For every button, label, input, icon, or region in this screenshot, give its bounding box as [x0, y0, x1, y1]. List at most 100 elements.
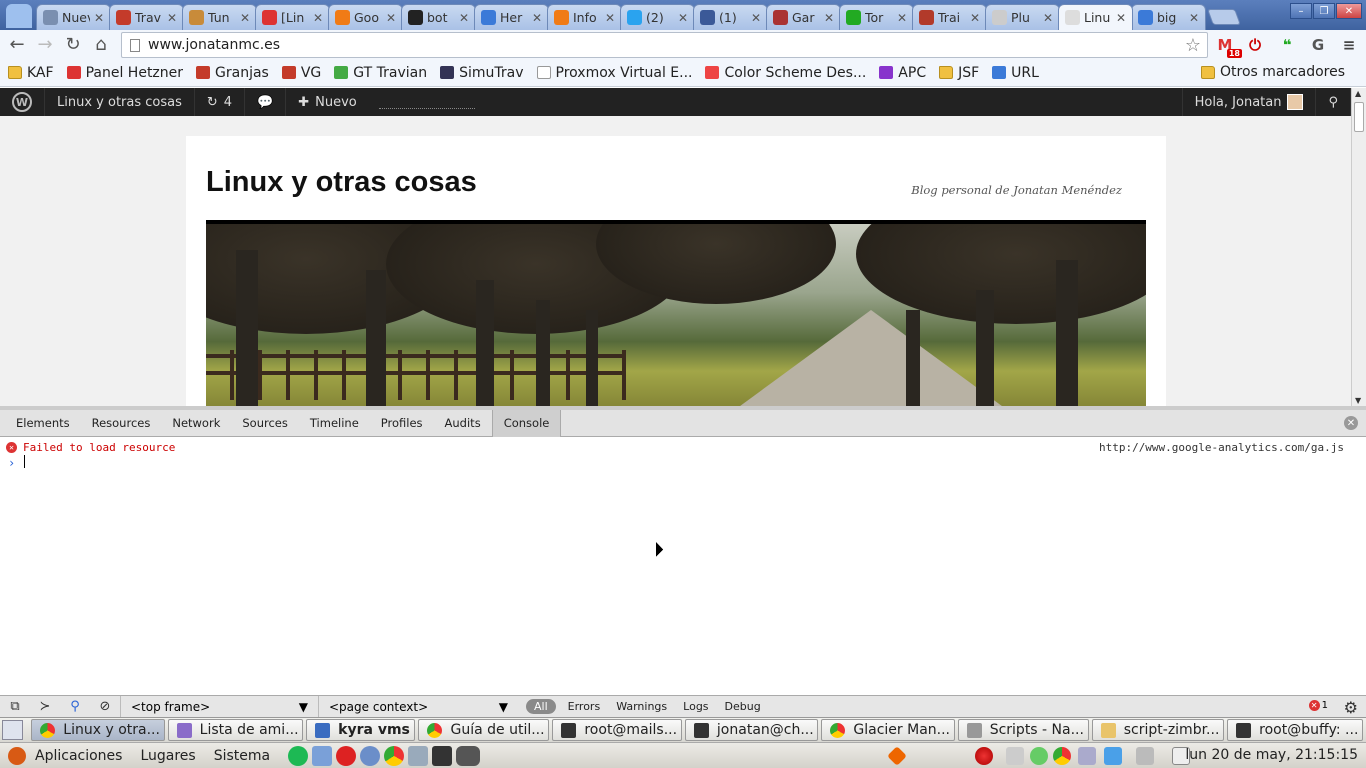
- taskbar-window-button[interactable]: kyra vms: [306, 719, 416, 741]
- devtools-tab-timeline[interactable]: Timeline: [299, 410, 370, 437]
- browser-tab[interactable]: Info ✕: [547, 4, 622, 30]
- wp-new-button[interactable]: ✚ Nuevo: [286, 88, 369, 116]
- console-drawer-icon[interactable]: ≻: [30, 696, 60, 718]
- browser-tab[interactable]: Nueva ✕: [36, 4, 111, 30]
- context-select[interactable]: <page context> ▼: [318, 695, 518, 718]
- scroll-down-icon[interactable]: ▼: [1355, 396, 1361, 405]
- menu-applications[interactable]: Aplicaciones: [35, 748, 122, 764]
- network-launcher-icon[interactable]: [408, 745, 429, 766]
- browser-tab[interactable]: Tun ✕: [182, 4, 257, 30]
- close-tab-icon[interactable]: ✕: [94, 11, 104, 25]
- browser-tab[interactable]: Tor ✕: [839, 4, 914, 30]
- other-bookmarks[interactable]: Otros marcadores: [1200, 64, 1345, 80]
- taskbar-window-button[interactable]: Glacier Man...: [821, 719, 955, 741]
- clear-console-icon[interactable]: ⊘: [90, 696, 120, 718]
- close-tab-icon[interactable]: ✕: [1116, 11, 1126, 25]
- gmail-extension-icon[interactable]: M 18: [1214, 34, 1242, 58]
- close-tab-icon[interactable]: ✕: [1043, 11, 1053, 25]
- bookmark-item[interactable]: GT Travian: [334, 65, 427, 81]
- clock[interactable]: lun 20 de may, 21:15:15: [1185, 747, 1358, 763]
- browser-tab[interactable]: (1) ✕: [693, 4, 768, 30]
- profile-tab-icon[interactable]: [6, 4, 32, 28]
- level-filter-errors[interactable]: Errors: [560, 700, 609, 713]
- taskbar-window-button[interactable]: Guía de util...: [418, 719, 550, 741]
- url-text[interactable]: www.jonatanmc.es: [148, 37, 1185, 53]
- close-tab-icon[interactable]: ✕: [605, 11, 615, 25]
- close-window-button[interactable]: ✕: [1336, 3, 1362, 19]
- close-tab-icon[interactable]: ✕: [678, 11, 688, 25]
- close-tab-icon[interactable]: ✕: [751, 11, 761, 25]
- taskbar-window-button[interactable]: Lista de ami...: [167, 719, 304, 741]
- browser-tab[interactable]: bot ✕: [401, 4, 476, 30]
- tray-burst-icon[interactable]: [975, 747, 993, 765]
- taskbar-window-button[interactable]: jonatan@ch...: [684, 719, 819, 741]
- bookmark-item[interactable]: Color Scheme Des...: [705, 65, 866, 81]
- console-panel[interactable]: ✕ Failed to load resource http://www.goo…: [0, 437, 1366, 695]
- devtools-tab-resources[interactable]: Resources: [81, 410, 162, 437]
- spotify-launcher-icon[interactable]: [288, 745, 309, 766]
- bookmark-item[interactable]: KAF: [8, 65, 54, 81]
- wp-comments[interactable]: 💬: [245, 88, 287, 116]
- close-tab-icon[interactable]: ✕: [459, 11, 469, 25]
- close-tab-icon[interactable]: ✕: [970, 11, 980, 25]
- close-tab-icon[interactable]: ✕: [240, 11, 250, 25]
- search-icon[interactable]: ⚲: [60, 696, 90, 718]
- google-extension-icon[interactable]: G: [1307, 34, 1329, 56]
- browser-tab[interactable]: Linu ✕: [1058, 4, 1133, 30]
- adblock-icon[interactable]: ⏻: [1244, 34, 1266, 56]
- taskbar-window-button[interactable]: Scripts - Na...: [957, 719, 1089, 741]
- wp-site-name[interactable]: Linux y otras cosas: [45, 88, 195, 116]
- terminal-launcher-icon[interactable]: [432, 745, 453, 766]
- browser-tab[interactable]: big ✕: [1131, 4, 1206, 30]
- frame-select[interactable]: <top frame> ▼: [120, 695, 318, 718]
- status-x-icon[interactable]: [887, 746, 907, 766]
- scroll-up-icon[interactable]: ▲: [1355, 89, 1361, 98]
- taskbar-window-button[interactable]: root@mails...: [552, 719, 682, 741]
- close-tab-icon[interactable]: ✕: [1189, 11, 1199, 25]
- browser-tab[interactable]: [Lin ✕: [255, 4, 330, 30]
- address-bar[interactable]: www.jonatanmc.es ☆: [121, 32, 1208, 58]
- tray-green-icon[interactable]: [1030, 747, 1048, 765]
- hangouts-icon[interactable]: ❝: [1276, 34, 1298, 56]
- volume-icon[interactable]: [1136, 747, 1154, 765]
- bookmark-item[interactable]: Panel Hetzner: [66, 65, 183, 81]
- error-counter[interactable]: ✕ 1: [1308, 700, 1328, 711]
- printer-icon[interactable]: [1006, 747, 1024, 765]
- close-tab-icon[interactable]: ✕: [313, 11, 323, 25]
- dock-icon[interactable]: ⧉: [0, 696, 30, 718]
- filter-all[interactable]: All: [526, 699, 556, 714]
- bookmark-item[interactable]: VG: [281, 65, 321, 81]
- lastfm-launcher-icon[interactable]: [336, 745, 357, 766]
- gear-icon[interactable]: ⚙: [1344, 698, 1358, 717]
- reload-button[interactable]: ↻: [59, 32, 87, 58]
- devtools-tab-sources[interactable]: Sources: [231, 410, 299, 437]
- console-input[interactable]: [24, 455, 25, 468]
- level-filter-logs[interactable]: Logs: [675, 700, 716, 713]
- maximize-button[interactable]: ❐: [1313, 3, 1335, 19]
- bookmark-item[interactable]: JSF: [939, 65, 979, 81]
- menu-system[interactable]: Sistema: [214, 748, 270, 764]
- home-button[interactable]: ⌂: [87, 32, 115, 58]
- scroll-thumb[interactable]: [1354, 102, 1364, 132]
- wp-search[interactable]: ⚲: [1316, 88, 1351, 116]
- devtools-tab-elements[interactable]: Elements: [5, 410, 81, 437]
- menu-icon[interactable]: ≡: [1338, 34, 1360, 56]
- tray-chrome-icon[interactable]: [1053, 747, 1071, 765]
- bookmark-item[interactable]: Granjas: [196, 65, 269, 81]
- bookmark-item[interactable]: Proxmox Virtual E...: [536, 65, 692, 81]
- close-tab-icon[interactable]: ✕: [897, 11, 907, 25]
- taskbar-window-button[interactable]: script-zimbr...: [1091, 719, 1225, 741]
- forward-button[interactable]: →: [31, 32, 59, 58]
- bookmark-item[interactable]: URL: [992, 65, 1039, 81]
- bookmark-item[interactable]: SimuTrav: [440, 65, 524, 81]
- console-error-source[interactable]: http://www.google-analytics.com/ga.js: [1099, 441, 1344, 454]
- wp-updates[interactable]: ↻ 4: [195, 88, 246, 116]
- devtools-close-icon[interactable]: ✕: [1344, 416, 1358, 430]
- close-tab-icon[interactable]: ✕: [532, 11, 542, 25]
- browser-tab[interactable]: Gar ✕: [766, 4, 841, 30]
- dropbox-icon[interactable]: [1104, 747, 1122, 765]
- devtools-tab-network[interactable]: Network: [161, 410, 231, 437]
- virtualbox-launcher-icon[interactable]: [312, 745, 333, 766]
- page-scrollbar[interactable]: ▲ ▼: [1351, 88, 1366, 406]
- devtools-tab-audits[interactable]: Audits: [434, 410, 492, 437]
